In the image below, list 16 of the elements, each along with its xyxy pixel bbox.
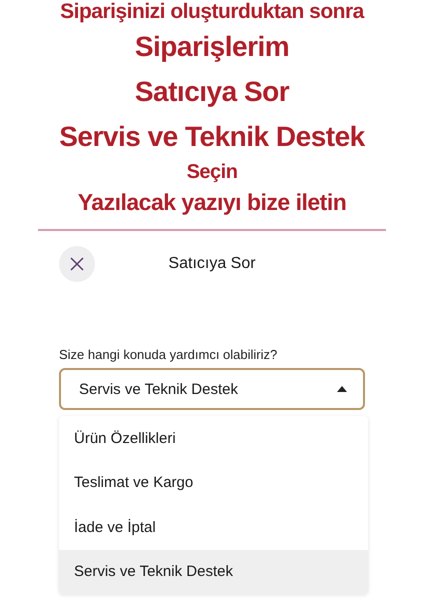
instruction-text: Servis ve Teknik Destek <box>59 120 365 154</box>
instruction-text: Seçin <box>186 160 238 185</box>
instruction-text: Satıcıya Sor <box>134 75 290 109</box>
close-icon <box>69 256 85 272</box>
dialog-title: Satıcıya Sor <box>168 255 256 273</box>
dropdown-option[interactable]: Servis ve Teknik Destek <box>59 550 368 594</box>
field-label: Size hangi konuda yardımcı olabiliriz? <box>59 347 278 362</box>
close-button[interactable] <box>59 246 95 282</box>
instruction-text: Yazılacak yazıyı bize iletin <box>78 188 346 217</box>
topic-select[interactable]: Servis ve Teknik Destek <box>59 368 365 410</box>
dropdown-option[interactable]: Ürün Özellikleri <box>59 416 368 460</box>
caret-icon <box>337 386 347 392</box>
dropdown-option[interactable]: İade ve İptal <box>59 505 368 550</box>
instruction-text: Siparişlerim <box>134 30 290 64</box>
instruction-text: Siparişinizi oluşturduktan sonra <box>60 0 364 24</box>
dropdown-option[interactable]: Teslimat ve Kargo <box>59 460 368 505</box>
